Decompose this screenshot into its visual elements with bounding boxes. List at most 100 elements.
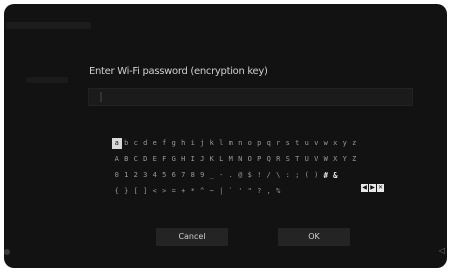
keyboard-key[interactable]: J <box>198 154 208 165</box>
keyboard-key[interactable]: B <box>122 154 132 165</box>
keyboard-key[interactable]: j <box>198 138 208 149</box>
keyboard-key[interactable]: , <box>264 186 274 197</box>
keyboard-key[interactable]: ' <box>236 186 246 197</box>
keyboard-key[interactable]: 9 <box>198 170 208 181</box>
keyboard-key[interactable]: L <box>217 154 227 165</box>
keyboard-key[interactable]: q <box>264 138 274 149</box>
keyboard-key[interactable]: 3 <box>141 170 151 181</box>
keyboard-key[interactable]: ( <box>302 170 312 181</box>
keyboard-key[interactable]: ` <box>226 186 236 197</box>
keyboard-key[interactable]: b <box>122 138 132 149</box>
keyboard-key[interactable]: c <box>131 138 141 149</box>
keyboard-key[interactable]: u <box>302 138 312 149</box>
keyboard-key[interactable]: _ <box>207 170 217 181</box>
keyboard-key[interactable]: 2 <box>131 170 141 181</box>
keyboard-key[interactable]: 1 <box>122 170 132 181</box>
keyboard-key[interactable]: i <box>188 138 198 149</box>
keyboard-key[interactable]: % <box>274 186 284 197</box>
keyboard-key[interactable]: R <box>274 154 284 165</box>
keyboard-key[interactable]: V <box>312 154 322 165</box>
keyboard-key[interactable]: ~ <box>207 186 217 197</box>
keyboard-key[interactable]: d <box>141 138 151 149</box>
password-input[interactable] <box>88 88 413 106</box>
keyboard-key[interactable]: Z <box>350 154 360 165</box>
keyboard-key[interactable]: v <box>312 138 322 149</box>
keyboard-key[interactable]: h <box>179 138 189 149</box>
keyboard-key[interactable]: D <box>141 154 151 165</box>
keyboard-key[interactable]: M <box>226 154 236 165</box>
keyboard-key[interactable]: H <box>179 154 189 165</box>
keyboard-key[interactable]: f <box>160 138 170 149</box>
keyboard-key[interactable]: C <box>131 154 141 165</box>
keyboard-key[interactable]: } <box>122 186 132 197</box>
keyboard-key[interactable]: k <box>207 138 217 149</box>
left-arrow-key-icon[interactable]: ◀ <box>361 184 368 192</box>
keyboard-key[interactable]: X <box>331 154 341 165</box>
keyboard-key[interactable]: o <box>245 138 255 149</box>
keyboard-key[interactable]: G <box>169 154 179 165</box>
keyboard-key[interactable]: A <box>112 154 122 165</box>
keyboard-key[interactable]: > <box>160 186 170 197</box>
keyboard-key[interactable]: $ <box>245 170 255 181</box>
keyboard-key[interactable]: < <box>150 186 160 197</box>
keyboard-key[interactable]: = <box>169 186 179 197</box>
keyboard-key[interactable]: | <box>217 186 227 197</box>
keyboard-key[interactable]: p <box>255 138 265 149</box>
keyboard-key[interactable]: S <box>283 154 293 165</box>
keyboard-key[interactable]: E <box>150 154 160 165</box>
keyboard-key[interactable]: Y <box>340 154 350 165</box>
keyboard-key[interactable]: a <box>112 137 122 149</box>
keyboard-key[interactable]: 0 <box>112 170 122 181</box>
keyboard-key[interactable]: + <box>179 186 189 197</box>
keyboard-key[interactable]: x <box>331 138 341 149</box>
ok-button[interactable]: OK <box>278 228 350 246</box>
keyboard-key[interactable]: ^ <box>198 186 208 197</box>
keyboard-key[interactable]: N <box>236 154 246 165</box>
keyboard-key[interactable]: w <box>321 138 331 149</box>
keyboard-key[interactable]: / <box>264 170 274 181</box>
keyboard-key[interactable]: s <box>283 138 293 149</box>
keyboard-key[interactable]: U <box>302 154 312 165</box>
keyboard-key[interactable]: K <box>207 154 217 165</box>
keyboard-key[interactable]: O <box>245 154 255 165</box>
keyboard-key[interactable]: * <box>188 186 198 197</box>
keyboard-key[interactable]: - <box>217 170 227 181</box>
keyboard-key[interactable]: ? <box>255 186 265 197</box>
keyboard-key[interactable]: " <box>245 186 255 197</box>
keyboard-key[interactable]: 8 <box>188 170 198 181</box>
keyboard-key[interactable]: \ <box>274 170 284 181</box>
keyboard-key[interactable]: l <box>217 138 227 149</box>
keyboard-key[interactable]: 6 <box>169 170 179 181</box>
keyboard-key[interactable]: F <box>160 154 170 165</box>
keyboard-key[interactable]: P <box>255 154 265 165</box>
keyboard-key[interactable]: : <box>283 170 293 181</box>
keyboard-key[interactable]: m <box>226 138 236 149</box>
keyboard-key[interactable]: z <box>350 138 360 149</box>
keyboard-key[interactable]: [ <box>131 186 141 197</box>
keyboard-key[interactable]: T <box>293 154 303 165</box>
keyboard-key[interactable]: @ <box>236 170 246 181</box>
keyboard-key[interactable]: r <box>274 138 284 149</box>
cancel-button[interactable]: Cancel <box>156 228 228 246</box>
keyboard-key[interactable]: { <box>112 186 122 197</box>
keyboard-key[interactable]: I <box>188 154 198 165</box>
keyboard-key[interactable]: # <box>321 170 331 181</box>
keyboard-key[interactable]: g <box>169 138 179 149</box>
keyboard-key[interactable]: e <box>150 138 160 149</box>
right-arrow-key-icon[interactable]: ▶ <box>369 184 376 192</box>
keyboard-key[interactable]: n <box>236 138 246 149</box>
keyboard-key[interactable]: & <box>331 170 341 181</box>
keyboard-key[interactable]: 4 <box>150 170 160 181</box>
keyboard-key[interactable]: Q <box>264 154 274 165</box>
delete-key-icon[interactable]: ✕ <box>377 184 384 192</box>
keyboard-key[interactable]: t <box>293 138 303 149</box>
keyboard-key[interactable]: . <box>226 170 236 181</box>
keyboard-key[interactable]: ; <box>293 170 303 181</box>
keyboard-key[interactable]: 7 <box>179 170 189 181</box>
keyboard-key[interactable]: W <box>321 154 331 165</box>
keyboard-key[interactable]: ] <box>141 186 151 197</box>
keyboard-key[interactable]: ) <box>312 170 322 181</box>
keyboard-key[interactable]: y <box>340 138 350 149</box>
keyboard-key[interactable]: ! <box>255 170 265 181</box>
keyboard-key[interactable]: 5 <box>160 170 170 181</box>
